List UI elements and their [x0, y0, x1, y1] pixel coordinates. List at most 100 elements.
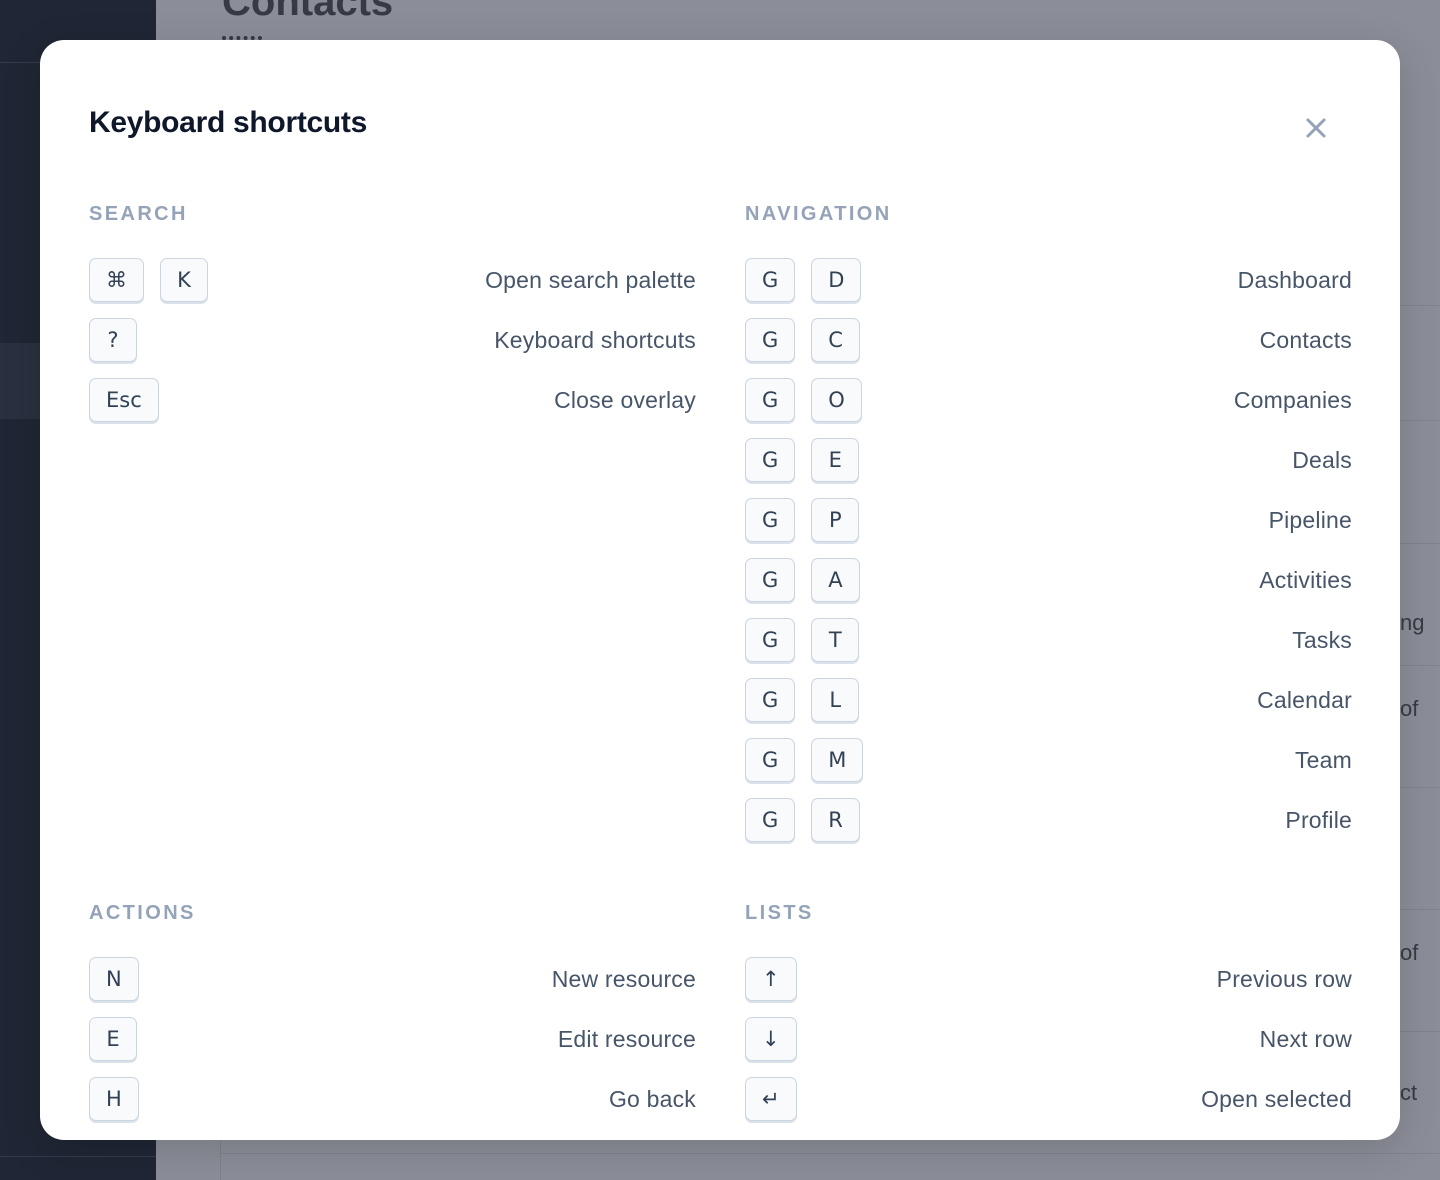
keycap: M: [811, 738, 864, 782]
keycap: P: [811, 498, 860, 542]
shortcut-keys: ↓: [745, 1017, 797, 1061]
keycap: G: [745, 678, 796, 722]
keycap: L: [811, 678, 860, 722]
keycap: O: [811, 378, 862, 422]
keycap: G: [745, 738, 796, 782]
keycap: G: [745, 438, 796, 482]
shortcut-description: Previous row: [1216, 966, 1352, 992]
shortcut-description: Profile: [1285, 807, 1352, 833]
keycap: E: [89, 1017, 137, 1061]
shortcut-description: New resource: [551, 966, 696, 992]
section-search: SEARCH ⌘ K Open search palette? Keyboard sh…: [89, 199, 696, 438]
shortcut-row: ↑ Previous row: [745, 957, 1352, 1017]
section-label: NAVIGATION: [745, 203, 892, 225]
section-lists: LISTS ↑ Previous row ↓ Next row ↵ Open select…: [745, 898, 1352, 1137]
shortcut-description: Close overlay: [554, 387, 696, 413]
shortcut-keys: GA: [745, 558, 860, 602]
keycap: G: [745, 378, 796, 422]
shortcut-row: ↵ Open selected: [745, 1077, 1352, 1137]
shortcut-row: E Edit resource: [89, 1017, 696, 1077]
shortcut-row: G O Companies: [745, 378, 1352, 438]
shortcut-keys: GR: [745, 798, 860, 842]
shortcut-list: ⌘ K Open search palette? Keyboard shortcuts…: [89, 258, 696, 438]
shortcut-keys: GO: [745, 378, 862, 422]
shortcut-description: Go back: [608, 1086, 696, 1112]
shortcut-description: Activities: [1259, 567, 1352, 593]
shortcut-description: Edit resource: [557, 1026, 696, 1052]
shortcut-row: G P Pipeline: [745, 498, 1352, 558]
shortcut-list: G D Dashboard G C Contacts G O Companies G E Deals G…: [745, 258, 1352, 858]
shortcut-description: Open selected: [1201, 1086, 1352, 1112]
shortcut-keys: E: [89, 1017, 137, 1061]
keycap: G: [745, 258, 796, 302]
keycap: K: [160, 258, 208, 302]
shortcut-keys: GD: [745, 258, 862, 302]
keycap: ⌘: [89, 258, 144, 302]
close-icon: [1306, 118, 1326, 138]
keycap: G: [745, 618, 796, 662]
shortcut-description: Open search palette: [485, 267, 696, 293]
shortcut-row: G L Calendar: [745, 678, 1352, 738]
shortcut-description: Deals: [1292, 447, 1352, 473]
shortcut-description: Contacts: [1259, 327, 1352, 353]
section-navigation: NAVIGATION G D Dashboard G C Contacts G O Compan…: [745, 199, 1352, 858]
keycap: E: [811, 438, 860, 482]
keycap: ↵: [745, 1077, 797, 1121]
shortcut-keys: H: [89, 1077, 139, 1121]
keycap: A: [811, 558, 860, 602]
shortcut-row: ? Keyboard shortcuts: [89, 318, 696, 378]
shortcut-row: G D Dashboard: [745, 258, 1352, 318]
shortcut-row: H Go back: [89, 1077, 696, 1137]
shortcut-row: G C Contacts: [745, 318, 1352, 378]
shortcut-keys: GM: [745, 738, 864, 782]
shortcut-description: Tasks: [1292, 627, 1352, 653]
shortcut-keys: ?: [89, 318, 137, 362]
shortcut-keys: GL: [745, 678, 860, 722]
close-button[interactable]: [1298, 110, 1334, 146]
keycap: G: [745, 498, 796, 542]
shortcut-description: Pipeline: [1268, 507, 1352, 533]
shortcut-row: G A Activities: [745, 558, 1352, 618]
shortcut-row: G T Tasks: [745, 618, 1352, 678]
shortcut-row: ⌘ K Open search palette: [89, 258, 696, 318]
keycap: G: [745, 318, 796, 362]
shortcut-keys: ↵: [745, 1077, 797, 1121]
shortcut-row: N New resource: [89, 957, 696, 1017]
keycap: C: [811, 318, 860, 362]
shortcut-row: Esc Close overlay: [89, 378, 696, 438]
keycap: N: [89, 957, 139, 1001]
keycap: ↓: [745, 1017, 797, 1061]
shortcut-keys: ⌘ K: [89, 258, 208, 302]
shortcut-row: G R Profile: [745, 798, 1352, 858]
shortcut-description: Dashboard: [1237, 267, 1352, 293]
section-actions: ACTIONS N New resource E Edit resource H Go b…: [89, 898, 696, 1137]
keycap: H: [89, 1077, 139, 1121]
shortcut-row: G M Team: [745, 738, 1352, 798]
shortcut-keys: GE: [745, 438, 860, 482]
shortcut-description: Next row: [1259, 1026, 1352, 1052]
shortcut-list: N New resource E Edit resource H Go back: [89, 957, 696, 1137]
keycap: G: [745, 798, 796, 842]
modal-title: Keyboard shortcuts: [89, 106, 367, 139]
shortcut-list: ↑ Previous row ↓ Next row ↵ Open selected: [745, 957, 1352, 1137]
keycap: ?: [89, 318, 137, 362]
keycap: ↑: [745, 957, 797, 1001]
section-label: SEARCH: [89, 203, 188, 225]
shortcut-description: Companies: [1233, 387, 1352, 413]
keyboard-shortcuts-modal: Keyboard shortcuts SEARCH ⌘ K Open search …: [40, 40, 1400, 1140]
shortcut-keys: GP: [745, 498, 860, 542]
keycap: G: [745, 558, 796, 602]
keycap: D: [811, 258, 862, 302]
keycap: T: [811, 618, 860, 662]
section-label: LISTS: [745, 902, 814, 924]
shortcut-row: G E Deals: [745, 438, 1352, 498]
shortcut-description: Keyboard shortcuts: [494, 327, 696, 353]
keycap: R: [811, 798, 860, 842]
shortcut-keys: Esc: [89, 378, 159, 422]
section-label: ACTIONS: [89, 902, 196, 924]
shortcut-description: Team: [1294, 747, 1352, 773]
keycap: Esc: [89, 378, 159, 422]
shortcut-keys: GC: [745, 318, 860, 362]
shortcut-keys: N: [89, 957, 139, 1001]
shortcut-keys: ↑: [745, 957, 797, 1001]
